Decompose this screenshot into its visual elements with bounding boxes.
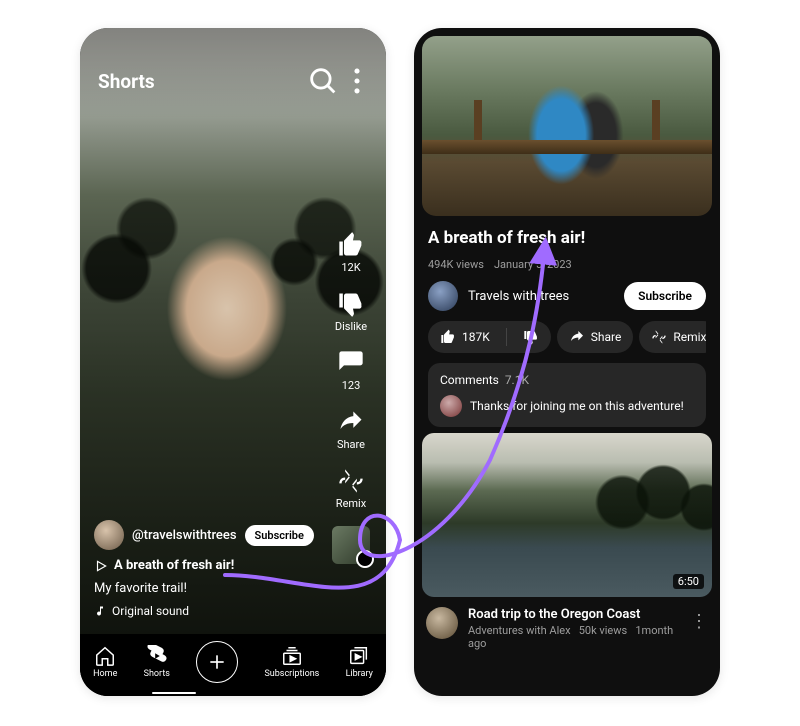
share-chip[interactable]: Share — [557, 321, 634, 353]
recommendation-card[interactable]: 6:50 Road trip to the Oregon Coast Adven… — [422, 433, 712, 660]
channel-avatar[interactable] — [94, 520, 124, 550]
recommendation-thumbnail[interactable]: 6:50 — [422, 433, 712, 597]
action-chip-row: 187K Share Remix Down — [428, 321, 706, 353]
share-label: Share — [337, 438, 365, 451]
dislike-label: Dislike — [335, 320, 367, 333]
comments-teaser[interactable]: Comments 7.1K Thanks for joining me on t… — [428, 363, 706, 427]
rec-title: Road trip to the Oregon Coast — [468, 607, 680, 622]
subscribe-button[interactable]: Subscribe — [245, 525, 314, 546]
like-button[interactable]: 12K — [337, 231, 365, 274]
remix-label: Remix — [336, 497, 366, 510]
view-count: 494K views — [428, 258, 484, 271]
channel-name[interactable]: Travels with trees — [468, 289, 614, 304]
nav-home[interactable]: Home — [93, 645, 117, 679]
search-icon[interactable] — [306, 64, 340, 98]
publish-date: January 5, 2023 — [494, 258, 572, 271]
comments-label: Comments — [440, 373, 499, 387]
linked-video-link[interactable]: A breath of fresh air! — [94, 558, 316, 573]
watch-page-screen: A breath of fresh air! 494K views Januar… — [414, 28, 720, 696]
comments-button[interactable]: 123 — [337, 349, 365, 392]
thumbs-down-icon[interactable] — [523, 329, 539, 345]
shorts-player-screen: Shorts 12K Dislike 123 Share Remix — [80, 28, 386, 696]
top-comment-text: Thanks for joining me on this adventure! — [470, 399, 684, 413]
channel-handle[interactable]: @travelswithtrees — [132, 528, 237, 543]
sound-attribution[interactable]: Original sound — [94, 604, 316, 618]
shorts-caption: My favorite trail! — [94, 581, 316, 596]
video-stats: 494K views January 5, 2023 — [428, 258, 706, 271]
comments-count: 123 — [342, 379, 361, 392]
more-vert-icon[interactable] — [340, 64, 374, 98]
nav-library[interactable]: Library — [346, 645, 373, 679]
bottom-nav: Home Shorts Subscriptions Library — [80, 634, 386, 696]
video-player[interactable] — [422, 36, 712, 216]
shorts-meta: @travelswithtrees Subscribe A breath of … — [94, 520, 316, 618]
video-title[interactable]: A breath of fresh air! — [428, 228, 706, 248]
remix-chip[interactable]: Remix — [639, 321, 706, 353]
shorts-action-rail: 12K Dislike 123 Share Remix — [324, 231, 378, 564]
duration-badge: 6:50 — [673, 574, 704, 589]
share-button[interactable]: Share — [337, 408, 365, 451]
nav-shorts[interactable]: Shorts — [144, 645, 170, 679]
rec-subline: Adventures with Alex 50k views 1month ag… — [468, 624, 680, 650]
comments-count: 7.1K — [505, 373, 529, 387]
rec-channel-avatar[interactable] — [426, 607, 458, 639]
shorts-header-title: Shorts — [98, 70, 306, 93]
more-vert-icon[interactable]: ⋮ — [690, 611, 708, 632]
nav-subscriptions[interactable]: Subscriptions — [264, 645, 319, 679]
channel-avatar[interactable] — [428, 281, 458, 311]
subscribe-button[interactable]: Subscribe — [624, 282, 706, 310]
nav-create[interactable] — [196, 641, 238, 683]
like-count: 12K — [341, 261, 360, 274]
commenter-avatar — [440, 395, 462, 417]
dislike-button[interactable]: Dislike — [335, 290, 367, 333]
remix-button[interactable]: Remix — [336, 467, 366, 510]
linked-video-title: A breath of fresh air! — [114, 558, 234, 573]
sound-tile[interactable] — [332, 526, 370, 564]
like-count: 187K — [462, 330, 490, 344]
shorts-header: Shorts — [98, 64, 374, 98]
like-chip[interactable]: 187K — [428, 321, 551, 353]
